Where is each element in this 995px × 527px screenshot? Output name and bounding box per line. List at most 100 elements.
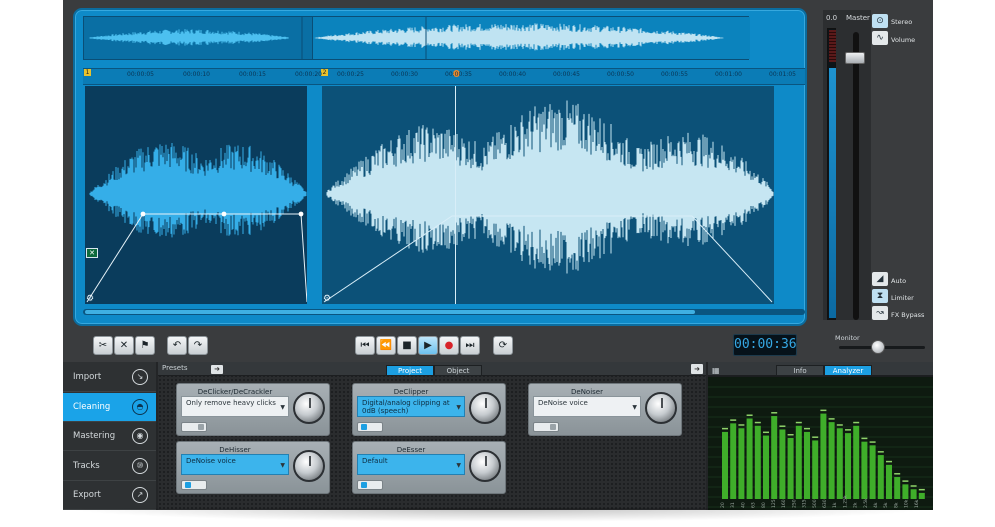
- spectrum-peak: [910, 485, 917, 487]
- spectrum-bar: [812, 440, 819, 499]
- sidebar-item-cleaning[interactable]: Cleaning ◓: [63, 392, 156, 422]
- spectrum-bar: [787, 438, 794, 499]
- tab-info[interactable]: Info: [776, 365, 824, 376]
- spectrum-bar: [722, 431, 728, 499]
- clip-2[interactable]: ⚙: [322, 86, 774, 304]
- spectrum-peak: [861, 437, 868, 440]
- monitor-slider-knob[interactable]: [870, 340, 885, 354]
- module-preset-select[interactable]: Digital/analog clipping at 0dB (speech) ▼: [357, 396, 465, 417]
- module-power-toggle[interactable]: [181, 422, 207, 432]
- tab-project[interactable]: Project: [386, 365, 434, 376]
- module-preset-select[interactable]: DeNoise voice ▼: [181, 454, 289, 475]
- overview-waveform[interactable]: [83, 16, 750, 60]
- frequency-label: 500: [812, 499, 818, 508]
- delete-button[interactable]: ✕: [114, 336, 134, 355]
- spectrum-peak: [730, 419, 737, 421]
- spectrum-peak: [877, 451, 884, 453]
- auto-button[interactable]: ◢: [872, 272, 888, 286]
- tab-object[interactable]: Object: [434, 365, 482, 376]
- master-fader-track[interactable]: [853, 32, 859, 320]
- volume-button[interactable]: ∿: [872, 31, 888, 45]
- go-to-end-button[interactable]: ⏭: [460, 336, 480, 355]
- flag-button[interactable]: ⚑: [135, 336, 155, 355]
- go-to-start-button[interactable]: ⏮: [355, 336, 375, 355]
- sidebar-item-label: Tracks: [73, 460, 100, 471]
- ruler-tick: 00:00:10: [183, 71, 210, 78]
- master-label: Master: [846, 14, 870, 22]
- peak-readout: 0.0: [826, 14, 838, 22]
- fx-bypass-button[interactable]: ↝: [872, 306, 888, 320]
- spectrum-bar: [754, 425, 761, 499]
- effect-module-declicker-decrackler: DeClicker/DeCrackler Only remove heavy c…: [176, 383, 330, 436]
- frequency-label: 630: [822, 499, 828, 508]
- chevron-down-icon: ▼: [456, 404, 461, 411]
- module-power-toggle[interactable]: [533, 422, 559, 432]
- stop-button[interactable]: ■: [397, 336, 417, 355]
- previous-button[interactable]: ⏪: [376, 336, 396, 355]
- tab-analyzer[interactable]: Analyzer: [824, 365, 872, 376]
- module-power-toggle[interactable]: [357, 480, 383, 490]
- stereo-button[interactable]: ⊙: [872, 14, 888, 28]
- clip-marker-2[interactable]: 2: [321, 69, 328, 76]
- presets-arrow-button[interactable]: ➜: [211, 365, 223, 374]
- module-amount-knob[interactable]: [469, 450, 501, 482]
- module-amount-knob[interactable]: [469, 392, 501, 424]
- waveform-editor[interactable]: 1 2 00:00:05 00:00:10 00:00:15 00:00:20 00:0…: [73, 8, 807, 326]
- sidebar-item-export[interactable]: Export ↗: [63, 481, 156, 510]
- module-preset-select[interactable]: DeNoise voice ▼: [533, 396, 641, 417]
- clip-2-settings-icon[interactable]: ⚙: [323, 295, 332, 304]
- module-preset-value: Digital/analog clipping at 0dB (speech): [362, 399, 450, 415]
- loop-button[interactable]: ⟳: [493, 336, 513, 355]
- module-power-toggle[interactable]: [357, 422, 383, 432]
- spectrum-peak: [779, 425, 786, 427]
- clip-marker-1[interactable]: 1: [84, 69, 91, 76]
- module-amount-knob[interactable]: [293, 450, 325, 482]
- presets-label: Presets: [162, 364, 188, 372]
- effects-arrow-button[interactable]: ➜: [691, 364, 703, 374]
- module-preset-select[interactable]: Default ▼: [357, 454, 465, 475]
- spectrum-bar: [836, 428, 843, 499]
- spectrum-peak: [787, 434, 794, 436]
- grid-icon[interactable]: ▦: [712, 366, 720, 375]
- spectrum-peak: [795, 421, 802, 424]
- record-button[interactable]: ●: [439, 336, 459, 355]
- module-title: DeHisser: [219, 446, 251, 454]
- spectrum-bar: [910, 489, 917, 499]
- clip-flag-icon[interactable]: ✕: [86, 248, 98, 258]
- toggle-indicator-icon: [198, 424, 204, 430]
- previous-icon: ⏪: [379, 340, 393, 351]
- module-power-toggle[interactable]: [181, 480, 207, 490]
- effects-rack: Presets ➜ Project Object ➜ DeClicker/DeC…: [158, 362, 706, 510]
- module-amount-knob[interactable]: [293, 392, 325, 424]
- undo-icon: ↶: [172, 340, 182, 351]
- master-fader-knob[interactable]: [845, 52, 865, 64]
- module-amount-knob[interactable]: [645, 392, 677, 424]
- auto-label: Auto: [891, 277, 907, 285]
- sidebar-item-import[interactable]: Import ↘: [63, 363, 156, 392]
- module-preset-select[interactable]: Only remove heavy clicks ▼: [181, 396, 289, 417]
- scrollbar-thumb[interactable]: [85, 310, 695, 314]
- scissors-icon: ✂: [98, 340, 108, 351]
- sidebar-item-label: Cleaning: [73, 401, 111, 412]
- clip-1-settings-icon[interactable]: ⚙: [86, 295, 95, 304]
- effect-module-dehisser: DeHisser DeNoise voice ▼: [176, 441, 330, 494]
- clip-1[interactable]: ✕ ⚙: [85, 86, 307, 304]
- loop-icon: ⟳: [498, 340, 508, 351]
- redo-button[interactable]: ↷: [188, 336, 208, 355]
- horizontal-scrollbar[interactable]: [83, 309, 805, 315]
- sidebar-item-tracks[interactable]: Tracks ⑩: [63, 452, 156, 481]
- frequency-label: 315: [802, 499, 808, 508]
- frequency-label: 250: [791, 499, 797, 508]
- time-ruler[interactable]: 1 2 00:00:05 00:00:10 00:00:15 00:00:20 00:0…: [83, 68, 805, 85]
- ruler-tick: 00:00:25: [337, 71, 364, 78]
- cut-button[interactable]: ✂: [93, 336, 113, 355]
- export-icon: ↗: [132, 487, 148, 503]
- section-nav: Import ↘ Cleaning ◓ Mastering ◉ Tracks ⑩ Export ↗: [63, 362, 156, 510]
- module-preset-value: Default: [362, 457, 388, 465]
- sidebar-item-mastering[interactable]: Mastering ◉: [63, 422, 156, 451]
- play-button[interactable]: ▶: [418, 336, 438, 355]
- effect-module-deesser: DeEsser Default ▼: [352, 441, 506, 494]
- limiter-button[interactable]: ⧗: [872, 289, 888, 303]
- effect-module-declipper: DeClipper Digital/analog clipping at 0dB…: [352, 383, 506, 436]
- undo-button[interactable]: ↶: [167, 336, 187, 355]
